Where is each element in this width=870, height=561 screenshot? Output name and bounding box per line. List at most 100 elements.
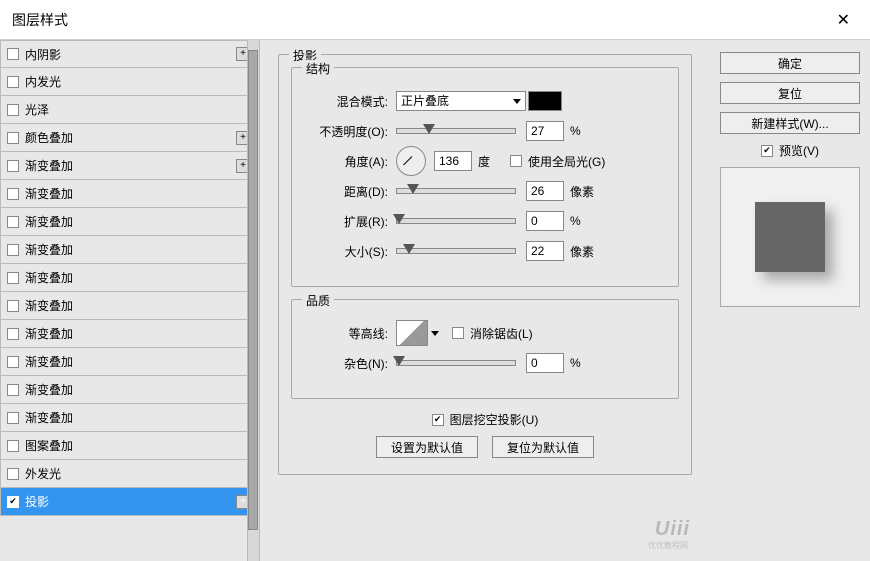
preview-swatch xyxy=(755,202,825,272)
knockout-checkbox[interactable] xyxy=(432,414,444,426)
style-checkbox[interactable] xyxy=(7,48,19,60)
make-default-label: 设置为默认值 xyxy=(391,439,463,456)
style-row-2[interactable]: 光泽 xyxy=(0,96,259,124)
spread-label: 扩展(R): xyxy=(304,213,396,230)
distance-row: 距离(D): 26 像素 xyxy=(304,180,666,202)
style-checkbox[interactable] xyxy=(7,160,19,172)
style-row-9[interactable]: 渐变叠加 xyxy=(0,292,259,320)
contour-row: 等高线: 消除锯齿(L) xyxy=(304,322,666,344)
distance-slider[interactable] xyxy=(396,188,516,194)
style-checkbox[interactable] xyxy=(7,468,19,480)
blend-mode-value: 正片叠底 xyxy=(401,94,449,108)
opacity-input[interactable]: 27 xyxy=(526,121,564,141)
reset-default-label: 复位为默认值 xyxy=(507,439,579,456)
close-icon[interactable]: ✕ xyxy=(829,6,858,34)
style-checkbox[interactable] xyxy=(7,132,19,144)
default-buttons-row: 设置为默认值 复位为默认值 xyxy=(291,436,679,458)
style-row-4[interactable]: 渐变叠加+ xyxy=(0,152,259,180)
size-row: 大小(S): 22 像素 xyxy=(304,240,666,262)
style-label: 内阴影 xyxy=(25,46,61,63)
style-checkbox[interactable] xyxy=(7,412,19,424)
style-row-8[interactable]: 渐变叠加 xyxy=(0,264,259,292)
spread-value: 0 xyxy=(531,214,538,228)
spread-input[interactable]: 0 xyxy=(526,211,564,231)
style-checkbox[interactable] xyxy=(7,384,19,396)
style-row-6[interactable]: 渐变叠加 xyxy=(0,208,259,236)
angle-dial[interactable] xyxy=(396,146,426,176)
reset-default-button[interactable]: 复位为默认值 xyxy=(492,436,594,458)
global-light-checkbox[interactable] xyxy=(510,155,522,167)
style-label: 内发光 xyxy=(25,73,61,90)
size-label: 大小(S): xyxy=(304,243,396,260)
contour-picker[interactable] xyxy=(396,320,428,346)
cancel-button[interactable]: 复位 xyxy=(720,82,860,104)
style-row-12[interactable]: 渐变叠加 xyxy=(0,376,259,404)
style-checkbox[interactable] xyxy=(7,356,19,368)
opacity-slider[interactable] xyxy=(396,128,516,134)
distance-input[interactable]: 26 xyxy=(526,181,564,201)
ok-label: 确定 xyxy=(778,55,802,72)
new-style-button[interactable]: 新建样式(W)... xyxy=(720,112,860,134)
blend-mode-select[interactable]: 正片叠底 xyxy=(396,91,526,111)
style-row-10[interactable]: 渐变叠加 xyxy=(0,320,259,348)
style-label: 渐变叠加 xyxy=(25,157,73,174)
opacity-row: 不透明度(O): 27 % xyxy=(304,120,666,142)
style-label: 渐变叠加 xyxy=(25,185,73,202)
style-checkbox[interactable] xyxy=(7,216,19,228)
main-content: 内阴影+内发光光泽颜色叠加+渐变叠加+渐变叠加渐变叠加渐变叠加渐变叠加渐变叠加渐… xyxy=(0,40,870,561)
size-input[interactable]: 22 xyxy=(526,241,564,261)
structure-group: 结构 混合模式: 正片叠底 不透明度(O): 27 % 角度(A): 136 xyxy=(291,67,679,287)
style-checkbox[interactable] xyxy=(7,76,19,88)
spread-slider[interactable] xyxy=(396,218,516,224)
style-row-13[interactable]: 渐变叠加 xyxy=(0,404,259,432)
style-row-1[interactable]: 内发光 xyxy=(0,68,259,96)
style-row-11[interactable]: 渐变叠加 xyxy=(0,348,259,376)
window-title: 图层样式 xyxy=(12,10,68,30)
antialias-label: 消除锯齿(L) xyxy=(470,325,533,342)
style-row-3[interactable]: 颜色叠加+ xyxy=(0,124,259,152)
noise-slider[interactable] xyxy=(396,360,516,366)
noise-input[interactable]: 0 xyxy=(526,353,564,373)
style-row-5[interactable]: 渐变叠加 xyxy=(0,180,259,208)
style-row-14[interactable]: 图案叠加 xyxy=(0,432,259,460)
quality-title: 品质 xyxy=(302,292,334,309)
style-row-16[interactable]: 投影+ xyxy=(0,488,259,516)
noise-row: 杂色(N): 0 % xyxy=(304,352,666,374)
angle-input[interactable]: 136 xyxy=(434,151,472,171)
style-checkbox[interactable] xyxy=(7,300,19,312)
style-checkbox[interactable] xyxy=(7,440,19,452)
distance-label: 距离(D): xyxy=(304,183,396,200)
preview-row: 预览(V) xyxy=(720,142,860,159)
style-checkbox[interactable] xyxy=(7,328,19,340)
size-unit: 像素 xyxy=(570,243,594,260)
make-default-button[interactable]: 设置为默认值 xyxy=(376,436,478,458)
style-row-15[interactable]: 外发光 xyxy=(0,460,259,488)
style-row-0[interactable]: 内阴影+ xyxy=(0,40,259,68)
cancel-label: 复位 xyxy=(778,85,802,102)
style-label: 渐变叠加 xyxy=(25,381,73,398)
spread-row: 扩展(R): 0 % xyxy=(304,210,666,232)
style-checkbox[interactable] xyxy=(7,272,19,284)
style-checkbox[interactable] xyxy=(7,104,19,116)
style-label: 渐变叠加 xyxy=(25,213,73,230)
style-checkbox[interactable] xyxy=(7,244,19,256)
antialias-checkbox[interactable] xyxy=(452,327,464,339)
style-checkbox[interactable] xyxy=(7,496,19,508)
style-label: 渐变叠加 xyxy=(25,353,73,370)
noise-unit: % xyxy=(570,356,594,370)
noise-value: 0 xyxy=(531,356,538,370)
preview-checkbox[interactable] xyxy=(761,145,773,157)
style-row-7[interactable]: 渐变叠加 xyxy=(0,236,259,264)
style-label: 渐变叠加 xyxy=(25,241,73,258)
scroll-thumb[interactable] xyxy=(248,50,258,530)
global-light-label: 使用全局光(G) xyxy=(528,153,605,170)
ok-button[interactable]: 确定 xyxy=(720,52,860,74)
style-label: 光泽 xyxy=(25,101,49,118)
opacity-value: 27 xyxy=(531,124,544,138)
style-label: 渐变叠加 xyxy=(25,297,73,314)
color-swatch[interactable] xyxy=(528,91,562,111)
scrollbar[interactable] xyxy=(247,40,259,561)
action-panel: 确定 复位 新建样式(W)... 预览(V) xyxy=(710,40,870,561)
style-checkbox[interactable] xyxy=(7,188,19,200)
size-slider[interactable] xyxy=(396,248,516,254)
